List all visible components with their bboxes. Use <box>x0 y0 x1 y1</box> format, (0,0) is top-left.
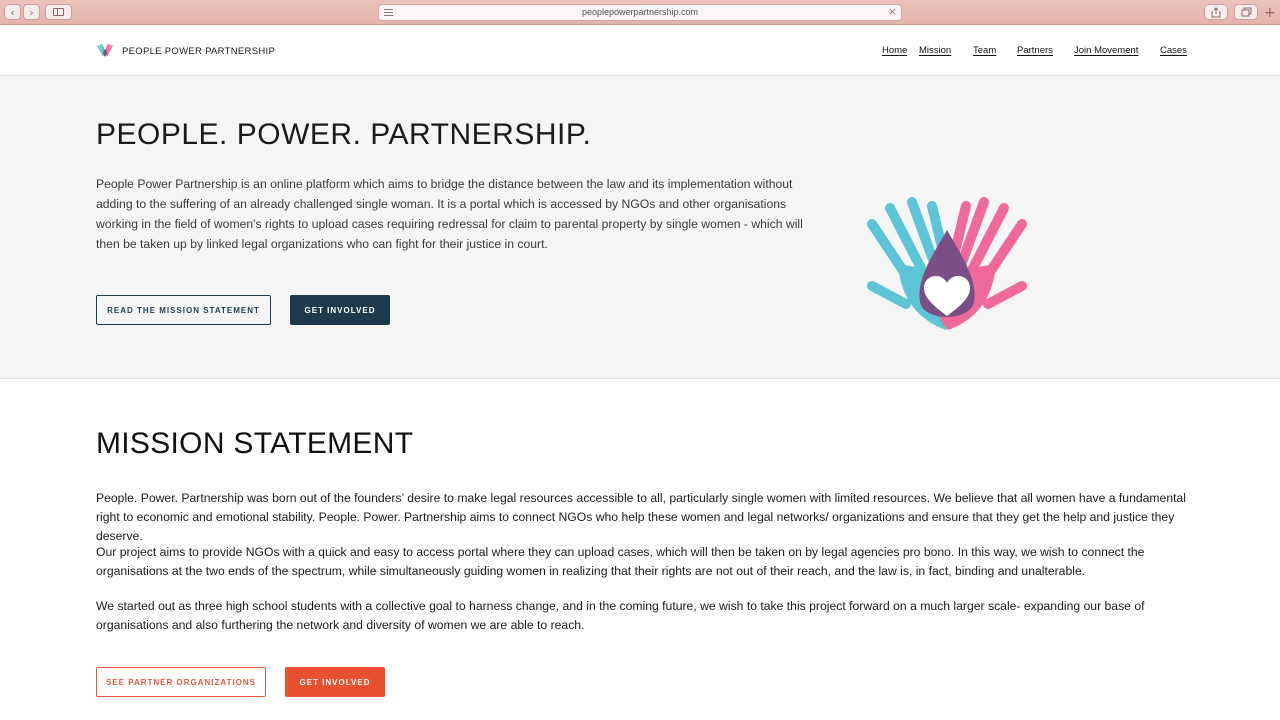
brand[interactable]: PEOPLE POWER PARTNERSHIP <box>96 43 275 59</box>
url-text: peoplepowerpartnership.com <box>581 7 699 17</box>
close-icon[interactable]: × <box>888 5 897 18</box>
address-bar[interactable]: peoplepowerpartnership.com × <box>378 4 902 21</box>
hands-heart-logo <box>97 44 113 57</box>
forward-icon[interactable]: › <box>23 4 40 20</box>
hero-description: People Power Partnership is an online pl… <box>96 177 803 251</box>
read-mission-button[interactable]: READ THE MISSION STATEMENT <box>96 295 271 325</box>
mission-paragraph-3: We started out as three high school stud… <box>96 599 1145 632</box>
nav-cases[interactable]: Cases <box>1160 45 1187 56</box>
see-partners-button[interactable]: SEE PARTNER ORGANIZATIONS <box>96 667 266 697</box>
back-icon[interactable]: ‹ <box>4 4 21 20</box>
nav-mission[interactable]: Mission <box>919 45 951 56</box>
nav-join-movement[interactable]: Join Movement <box>1074 45 1138 56</box>
get-involved-button[interactable]: GET INVOLVED <box>290 295 390 325</box>
tabs-icon[interactable] <box>1234 4 1258 20</box>
get-involved-button-2[interactable]: GET INVOLVED <box>285 667 385 697</box>
nav-partners[interactable]: Partners <box>1017 45 1053 56</box>
hero-section: PEOPLE. POWER. PARTNERSHIP. People Power… <box>0 76 1280 379</box>
site-header: PEOPLE POWER PARTNERSHIP Home Mission Te… <box>0 26 1280 76</box>
nav-team[interactable]: Team <box>973 45 996 56</box>
brand-name: PEOPLE POWER PARTNERSHIP <box>122 45 276 57</box>
share-icon[interactable] <box>1204 4 1228 20</box>
mission-paragraph-2: Our project aims to provide NGOs with a … <box>96 545 1145 578</box>
hands-heart-illustration <box>867 197 1027 330</box>
mission-paragraph-1: People. Power. Partnership was born out … <box>96 491 1186 543</box>
browser-toolbar: ‹ › peoplepowerpartnership.com × + <box>0 0 1280 25</box>
nav-home[interactable]: Home <box>882 45 907 56</box>
hero-title: PEOPLE. POWER. PARTNERSHIP. <box>96 118 592 151</box>
mission-title: MISSION STATEMENT <box>96 427 414 460</box>
new-tab-icon[interactable]: + <box>1264 6 1276 20</box>
sidebar-icon[interactable] <box>45 4 72 20</box>
